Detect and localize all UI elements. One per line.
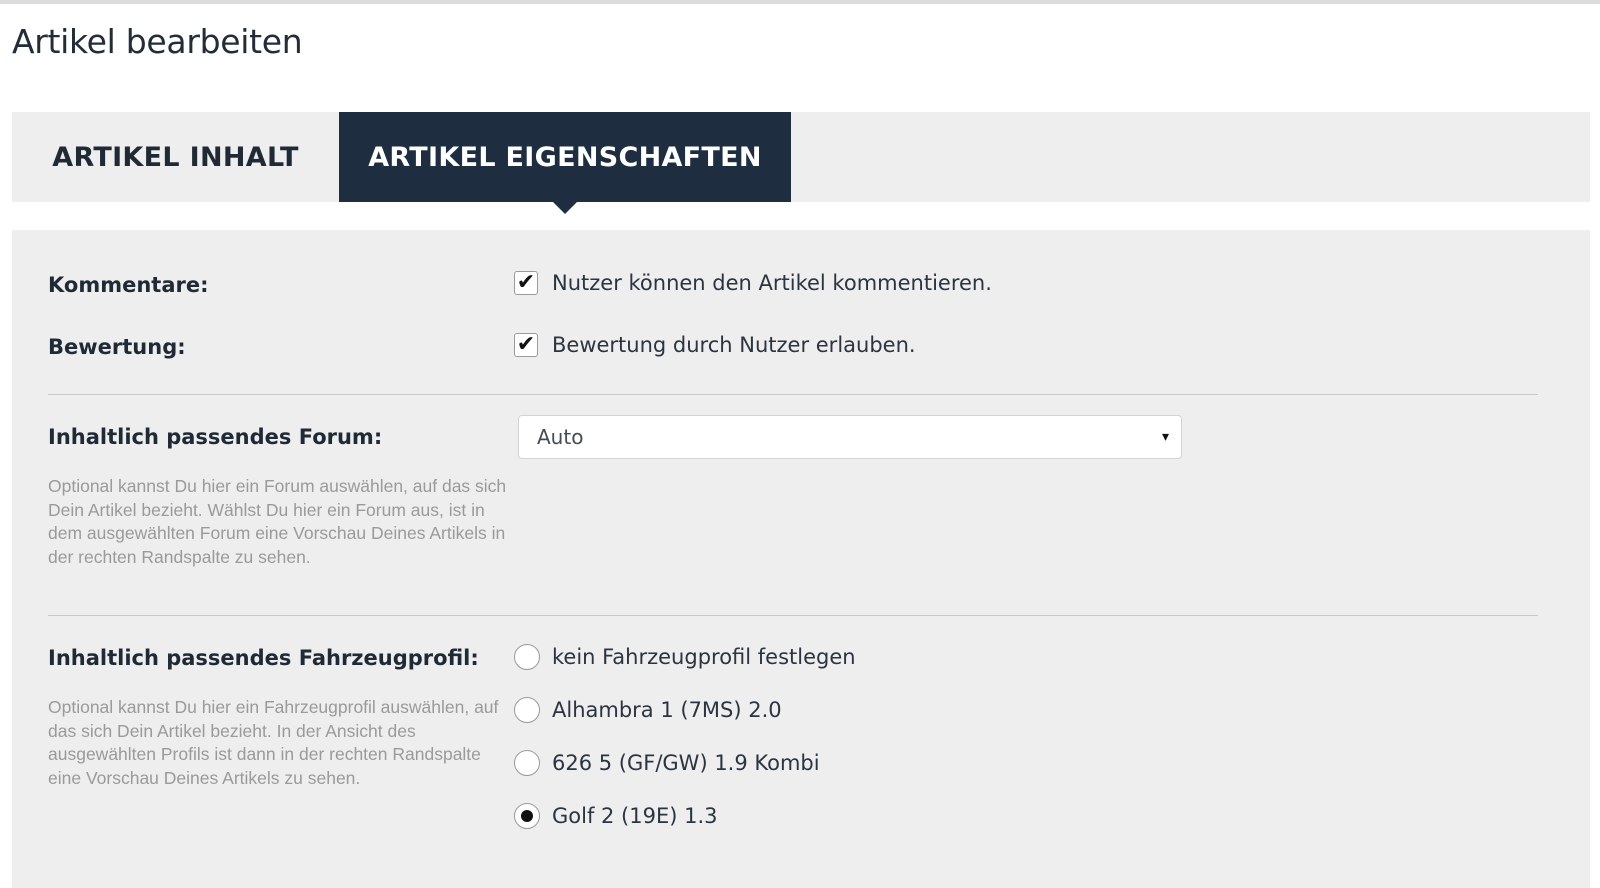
rating-checkbox[interactable]: ✔ (514, 333, 538, 357)
forum-select[interactable]: Auto ▾ (518, 415, 1182, 459)
comments-checkbox[interactable]: ✔ (514, 271, 538, 295)
comments-label: Kommentare: (48, 273, 209, 297)
tab-label: ARTIKEL INHALT (52, 141, 299, 173)
checkmark-icon: ✔ (516, 270, 536, 295)
vehicle-option-label: Alhambra 1 (7MS) 2.0 (552, 698, 782, 722)
vehicle-option[interactable]: 626 5 (GF/GW) 1.9 Kombi (514, 750, 820, 776)
vehicle-option[interactable]: Alhambra 1 (7MS) 2.0 (514, 697, 782, 723)
rating-label: Bewertung: (48, 335, 186, 359)
rating-option[interactable]: ✔ Bewertung durch Nutzer erlauben. (514, 333, 916, 357)
rating-option-label: Bewertung durch Nutzer erlauben. (552, 333, 916, 357)
tab-artikel-eigenschaften[interactable]: ARTIKEL EIGENSCHAFTEN (339, 112, 791, 214)
vehicle-radio[interactable] (514, 697, 540, 723)
tab-label: ARTIKEL EIGENSCHAFTEN (368, 141, 762, 173)
active-tab-pointer-icon (553, 202, 577, 214)
properties-panel: Kommentare: ✔ Nutzer können den Artikel … (12, 230, 1590, 888)
vehicle-label: Inhaltlich passendes Fahrzeugprofil: (48, 646, 479, 670)
comments-option[interactable]: ✔ Nutzer können den Artikel kommentieren… (514, 271, 992, 295)
tab-bar: ARTIKEL INHALT ARTIKEL EIGENSCHAFTEN (12, 112, 1590, 214)
forum-label: Inhaltlich passendes Forum: (48, 425, 383, 449)
vehicle-option-label: 626 5 (GF/GW) 1.9 Kombi (552, 751, 820, 775)
vehicle-option-label: Golf 2 (19E) 1.3 (552, 804, 718, 828)
checkmark-icon: ✔ (516, 332, 536, 357)
top-border (0, 0, 1600, 4)
vehicle-radio[interactable] (514, 750, 540, 776)
forum-select-value: Auto (537, 425, 584, 449)
vehicle-option-label: kein Fahrzeugprofil festlegen (552, 645, 856, 669)
vehicle-radio[interactable] (514, 803, 540, 829)
divider (48, 394, 1538, 395)
divider (48, 615, 1538, 616)
tab-artikel-inhalt[interactable]: ARTIKEL INHALT (12, 112, 339, 202)
comments-option-label: Nutzer können den Artikel kommentieren. (552, 271, 992, 295)
vehicle-option[interactable]: Golf 2 (19E) 1.3 (514, 803, 718, 829)
forum-help-text: Optional kannst Du hier ein Forum auswäh… (48, 476, 507, 567)
vehicle-radio[interactable] (514, 644, 540, 670)
vehicle-help-text: Optional kannst Du hier ein Fahrzeugprof… (48, 697, 499, 788)
page-title: Artikel bearbeiten (12, 22, 303, 61)
chevron-down-icon: ▾ (1161, 429, 1169, 445)
vehicle-option[interactable]: kein Fahrzeugprofil festlegen (514, 644, 856, 670)
